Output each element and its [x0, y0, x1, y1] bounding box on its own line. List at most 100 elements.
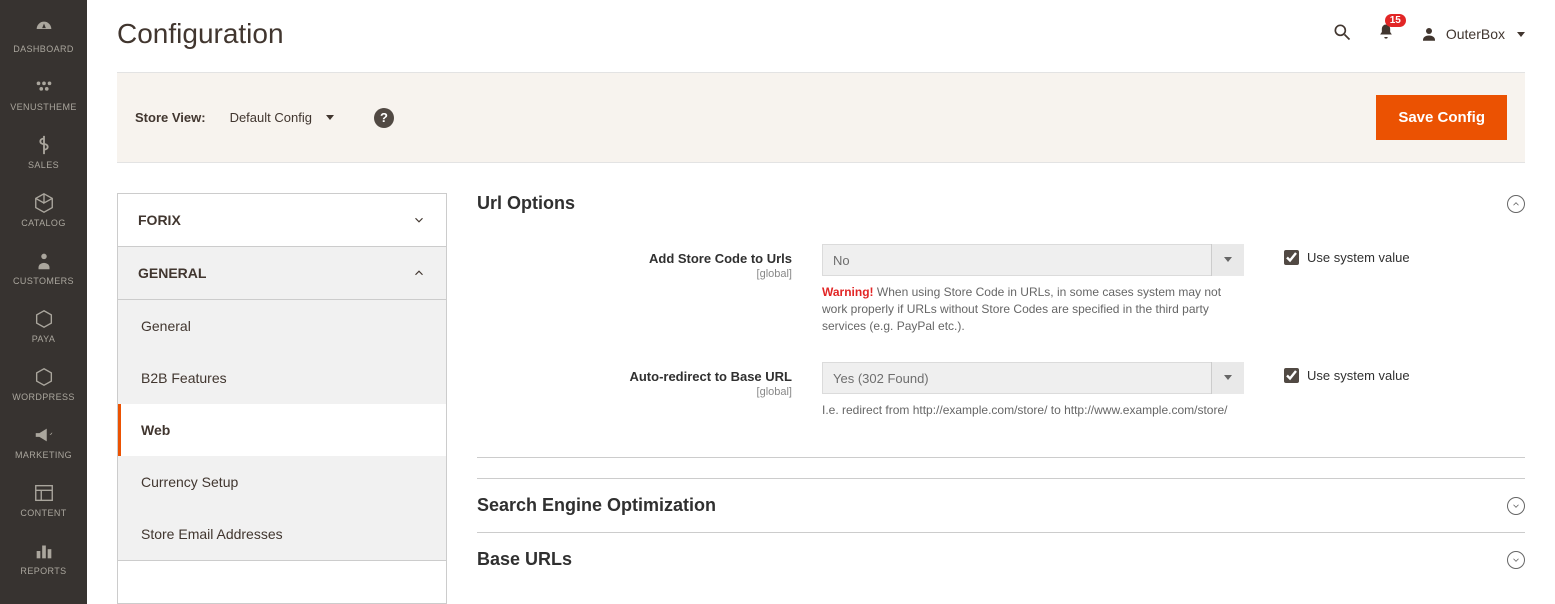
sidebar-item-content[interactable]: CONTENT [0, 472, 87, 530]
field-label-text: Add Store Code to Urls [649, 251, 792, 266]
sidebar-item-paya[interactable]: PAYA [0, 298, 87, 356]
section-head-seo[interactable]: Search Engine Optimization [477, 478, 1525, 532]
config-item-general[interactable]: General [118, 300, 446, 352]
section-head-base-urls[interactable]: Base URLs [477, 532, 1525, 586]
config-group-forix: FORIX [118, 194, 446, 247]
config-item-currency[interactable]: Currency Setup [118, 456, 446, 508]
sidebar-item-dashboard[interactable]: DASHBOARD [0, 8, 87, 66]
use-system-checkbox[interactable] [1284, 250, 1299, 265]
field-add-store-code: Add Store Code to Urls [global] No Warni… [477, 244, 1525, 334]
store-view-value: Default Config [230, 110, 312, 125]
search-button[interactable] [1332, 22, 1352, 47]
config-item-b2b[interactable]: B2B Features [118, 352, 446, 404]
cube-icon [33, 192, 55, 214]
admin-sidebar: DASHBOARD VENUSTHEME SALES CATALOG CUSTO… [0, 0, 87, 604]
field-label-text: Auto-redirect to Base URL [629, 369, 792, 384]
sidebar-item-customers[interactable]: CUSTOMERS [0, 240, 87, 298]
sidebar-item-reports[interactable]: REPORTS [0, 530, 87, 588]
main-area: Configuration 15 OuterBox Store View: De… [87, 0, 1555, 604]
chevron-up-icon [412, 266, 426, 280]
field-scope: [global] [477, 268, 792, 280]
user-icon [1420, 25, 1438, 43]
add-store-code-select[interactable]: No [822, 244, 1244, 276]
user-menu[interactable]: OuterBox [1420, 25, 1525, 43]
config-group-items: General B2B Features Web Currency Setup … [118, 300, 446, 560]
person-icon [33, 250, 55, 272]
use-system-label: Use system value [1307, 368, 1410, 383]
store-view-select[interactable]: Default Config [230, 110, 334, 125]
select-wrap: No [822, 244, 1244, 276]
use-system-wrap: Use system value [1244, 244, 1410, 265]
section-head-url-options[interactable]: Url Options [477, 193, 1525, 224]
config-item-web[interactable]: Web [118, 404, 446, 456]
notifications-button[interactable]: 15 [1376, 22, 1396, 47]
sidebar-item-label: CUSTOMERS [13, 276, 74, 286]
sidebar-item-venustheme[interactable]: VENUSTHEME [0, 66, 87, 124]
note-text: I.e. redirect from http://example.com/st… [822, 403, 1228, 417]
help-button[interactable]: ? [374, 108, 394, 128]
sidebar-item-label: WORDPRESS [12, 392, 75, 402]
chevron-down-icon [412, 213, 426, 227]
config-group-head[interactable]: FORIX [118, 194, 446, 246]
config-group-general: GENERAL General B2B Features Web Currenc… [118, 247, 446, 561]
caret-down-icon [326, 115, 334, 120]
sidebar-item-label: DASHBOARD [13, 44, 74, 54]
gauge-icon [33, 18, 55, 40]
sidebar-item-label: SALES [28, 160, 59, 170]
search-icon [1332, 22, 1352, 42]
save-config-button[interactable]: Save Config [1376, 95, 1507, 140]
caret-down-icon [1517, 32, 1525, 37]
header-actions: 15 OuterBox [1332, 22, 1525, 47]
sidebar-item-label: CATALOG [21, 218, 65, 228]
use-system-checkbox[interactable] [1284, 368, 1299, 383]
sidebar-item-label: PAYA [32, 334, 56, 344]
sidebar-item-marketing[interactable]: MARKETING [0, 414, 87, 472]
section-title: Url Options [477, 193, 575, 214]
select-wrap: Yes (302 Found) [822, 362, 1244, 394]
sidebar-item-label: CONTENT [20, 508, 66, 518]
sidebar-item-catalog[interactable]: CATALOG [0, 182, 87, 240]
megaphone-icon [33, 424, 55, 446]
field-auto-redirect: Auto-redirect to Base URL [global] Yes (… [477, 362, 1525, 419]
warning-label: Warning! [822, 285, 874, 299]
sidebar-item-label: MARKETING [15, 450, 72, 460]
store-view-bar: Store View: Default Config ? Save Config [117, 72, 1525, 163]
config-item-store-email[interactable]: Store Email Addresses [118, 508, 446, 560]
sidebar-item-sales[interactable]: SALES [0, 124, 87, 182]
page-header: Configuration 15 OuterBox [87, 0, 1555, 50]
section-title: Base URLs [477, 549, 572, 570]
config-group-head[interactable]: GENERAL [118, 247, 446, 300]
hex-icon [33, 308, 55, 330]
user-name: OuterBox [1446, 26, 1505, 42]
dollar-icon [33, 134, 55, 156]
field-label: Add Store Code to Urls [global] [477, 244, 822, 280]
config-content: Url Options Add Store Code to Urls [glob… [447, 193, 1525, 604]
bars-icon [33, 540, 55, 562]
sidebar-item-label: VENUSTHEME [10, 102, 77, 112]
field-note: I.e. redirect from http://example.com/st… [822, 402, 1244, 419]
section-title: Search Engine Optimization [477, 495, 716, 516]
hex-icon [33, 366, 55, 388]
collapse-up-icon [1507, 195, 1525, 213]
sidebar-item-label: REPORTS [20, 566, 66, 576]
layout-icon [33, 482, 55, 504]
page-title: Configuration [117, 18, 1332, 50]
notification-badge: 15 [1385, 14, 1406, 27]
config-group-label: GENERAL [138, 265, 206, 281]
field-control: No Warning! When using Store Code in URL… [822, 244, 1244, 334]
collapse-down-icon [1507, 497, 1525, 515]
field-note: Warning! When using Store Code in URLs, … [822, 284, 1244, 334]
collapse-down-icon [1507, 551, 1525, 569]
sidebar-item-wordpress[interactable]: WORDPRESS [0, 356, 87, 414]
field-label: Auto-redirect to Base URL [global] [477, 362, 822, 398]
field-control: Yes (302 Found) I.e. redirect from http:… [822, 362, 1244, 419]
config-nav: FORIX GENERAL General B2B Features Web C… [117, 193, 447, 604]
use-system-label: Use system value [1307, 250, 1410, 265]
auto-redirect-select[interactable]: Yes (302 Found) [822, 362, 1244, 394]
note-text: When using Store Code in URLs, in some c… [822, 285, 1221, 333]
dots-icon [33, 76, 55, 98]
fieldset-url-options: Add Store Code to Urls [global] No Warni… [477, 224, 1525, 458]
store-view-label: Store View: [135, 110, 206, 125]
use-system-wrap: Use system value [1244, 362, 1410, 383]
config-group-label: FORIX [138, 212, 181, 228]
